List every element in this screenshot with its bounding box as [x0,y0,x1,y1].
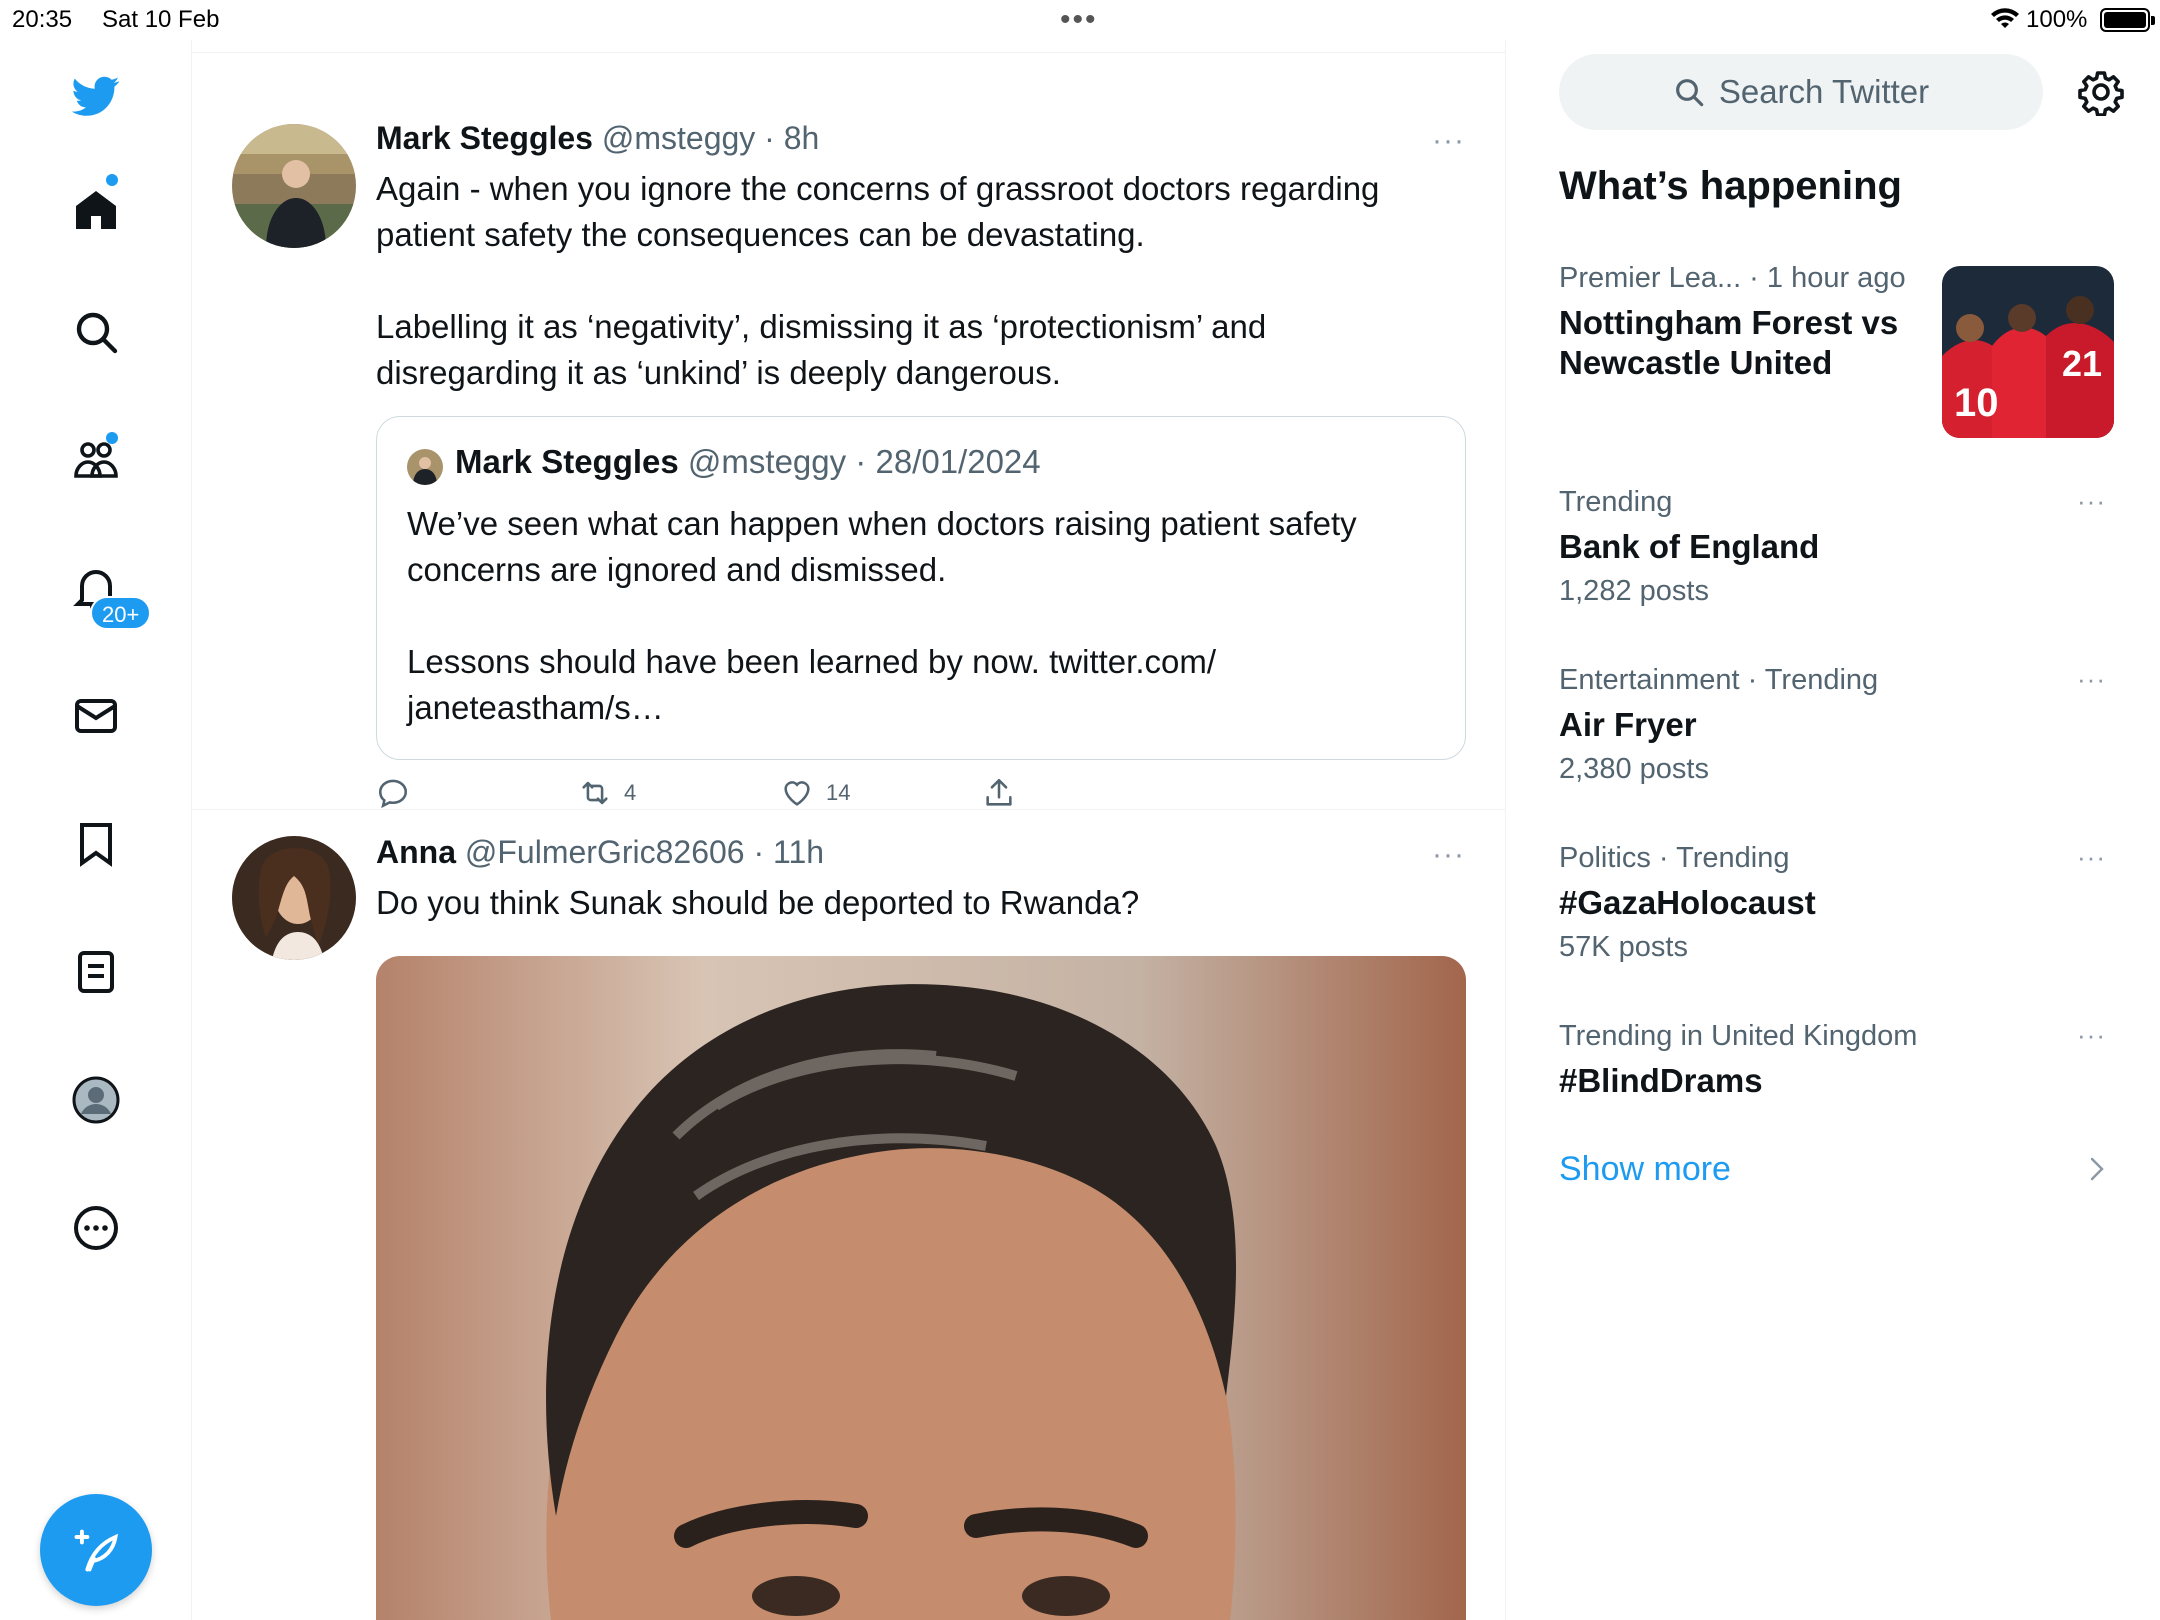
svg-text:21: 21 [2062,343,2102,384]
battery-icon [2100,8,2155,32]
heart-icon [784,781,810,806]
left-navigation: 20+ [0,40,192,1620]
author-name[interactable]: Mark Steggles [376,120,593,156]
like-button[interactable]: 14 [780,776,850,810]
tweet-header: Anna @FulmerGric82606 · 11h [376,834,824,871]
search-icon[interactable] [66,302,126,362]
trend-item[interactable]: Politics · Trending #GazaHolocaust 57K p… [1559,842,2119,964]
quoted-avatar [407,449,443,485]
communities-unread-dot [106,432,118,444]
quoted-tweet[interactable]: Mark Steggles @msteggy · 28/01/2024 We’v… [376,416,1466,760]
profile-icon[interactable] [66,1070,126,1130]
share-icon [986,778,1012,806]
avatar[interactable] [232,836,356,960]
author-handle-time: @FulmerGric82606 · 11h [464,834,825,870]
trend-thumbnail-image: 10 21 [1942,266,2114,438]
svg-text:10: 10 [1954,381,1999,425]
trend-item[interactable]: Trending Bank of England 1,282 posts [1559,486,2119,608]
quoted-author-name: Mark Steggles [455,443,679,480]
trend-post-count: 2,380 posts [1559,753,1709,785]
reply-button[interactable] [376,776,410,810]
quoted-text: We’ve seen what can happen when doctors … [407,505,1357,726]
tweet[interactable]: Mark Steggles @msteggy · 8h ··· Again - … [192,54,1505,810]
quoted-handle-date: @msteggy · 28/01/2024 [687,443,1041,480]
trend-item[interactable]: Trending in United Kingdom #BlindDrams [1559,1020,2119,1101]
trend-context: Entertainment · Trending [1559,664,1879,696]
trend-item[interactable]: Entertainment · Trending Air Fryer 2,380… [1559,664,2119,786]
search-placeholder: Search Twitter [1718,73,1930,110]
retweet-button[interactable]: 4 [578,776,636,810]
trend-context: Politics · Trending [1559,842,1790,874]
messages-icon[interactable] [66,686,126,746]
retweet-icon [582,781,608,805]
more-icon[interactable] [66,1198,126,1258]
status-time: 20:35 [12,6,73,33]
author-name[interactable]: Anna [376,834,456,870]
bookmarks-icon[interactable] [66,814,126,874]
trend-topic: #BlindDrams [1559,1062,1763,1099]
show-more-link[interactable]: Show more [1559,1150,1731,1189]
reply-icon [378,779,408,809]
multitasking-dots-icon[interactable]: ••• [1060,3,1098,37]
whats-happening-title: What’s happening [1559,164,1902,208]
status-date: Sat 10 Feb [102,6,220,33]
trend-more-button[interactable]: ··· [2077,664,2106,695]
trend-post-count: 57K posts [1559,931,1688,963]
avatar[interactable] [232,124,356,248]
wifi-icon [1991,8,2019,28]
home-icon[interactable] [66,180,126,240]
notifications-badge: 20+ [90,596,152,630]
trend-more-button[interactable]: ··· [2077,486,2106,517]
chevron-right-icon[interactable] [2087,1154,2107,1184]
trend-context: Premier Lea... · 1 hour ago [1559,262,1906,294]
right-sidebar: Search Twitter What’s happening Premier … [1507,40,2160,1620]
trend-item[interactable]: Premier Lea... · 1 hour ago Nottingham F… [1559,262,1939,383]
status-bar: 20:35 Sat 10 Feb ••• 100% [0,0,2160,40]
retweet-count: 4 [624,780,637,805]
battery-percentage: 100% [2026,6,2088,33]
search-icon [1675,79,1704,107]
settings-gear-icon[interactable] [2077,68,2125,116]
lists-icon[interactable] [66,942,126,1002]
trend-topic: Air Fryer [1559,706,1697,743]
trend-topic: Bank of England [1559,528,1820,565]
tweet-more-button[interactable]: ··· [1432,838,1465,872]
tweet-text: Again - when you ignore the concerns of … [376,170,1380,391]
author-handle-time: @msteggy · 8h [601,120,820,156]
trend-context: Trending [1559,486,1673,518]
tweet-header: Mark Steggles @msteggy · 8h [376,120,819,157]
search-input[interactable]: Search Twitter [1559,54,2043,130]
compose-icon [74,1529,119,1572]
home-unread-dot [106,174,118,186]
trend-topic: #GazaHolocaust [1559,884,1816,921]
tweet-media-image[interactable] [376,956,1466,1620]
trend-more-button[interactable]: ··· [2077,1020,2106,1051]
quoted-header: Mark Steggles @msteggy · 28/01/2024 [455,443,1041,481]
trend-topic: Nottingham Forest vs Newcastle United [1559,304,1899,381]
twitter-logo-icon[interactable] [66,66,126,126]
share-button[interactable] [982,776,1016,810]
tweet-text: Do you think Sunak should be deported to… [376,884,1140,921]
trend-context: Trending in United Kingdom [1559,1020,1918,1052]
trend-post-count: 1,282 posts [1559,575,1709,607]
tweet[interactable]: Anna @FulmerGric82606 · 11h ··· Do you t… [192,810,1505,1620]
tweet-more-button[interactable]: ··· [1432,124,1465,158]
like-count: 14 [826,780,851,805]
compose-tweet-button[interactable] [40,1494,152,1606]
timeline-feed: Mark Steggles @msteggy · 8h ··· Again - … [192,40,1506,1620]
trend-more-button[interactable]: ··· [2077,842,2106,873]
